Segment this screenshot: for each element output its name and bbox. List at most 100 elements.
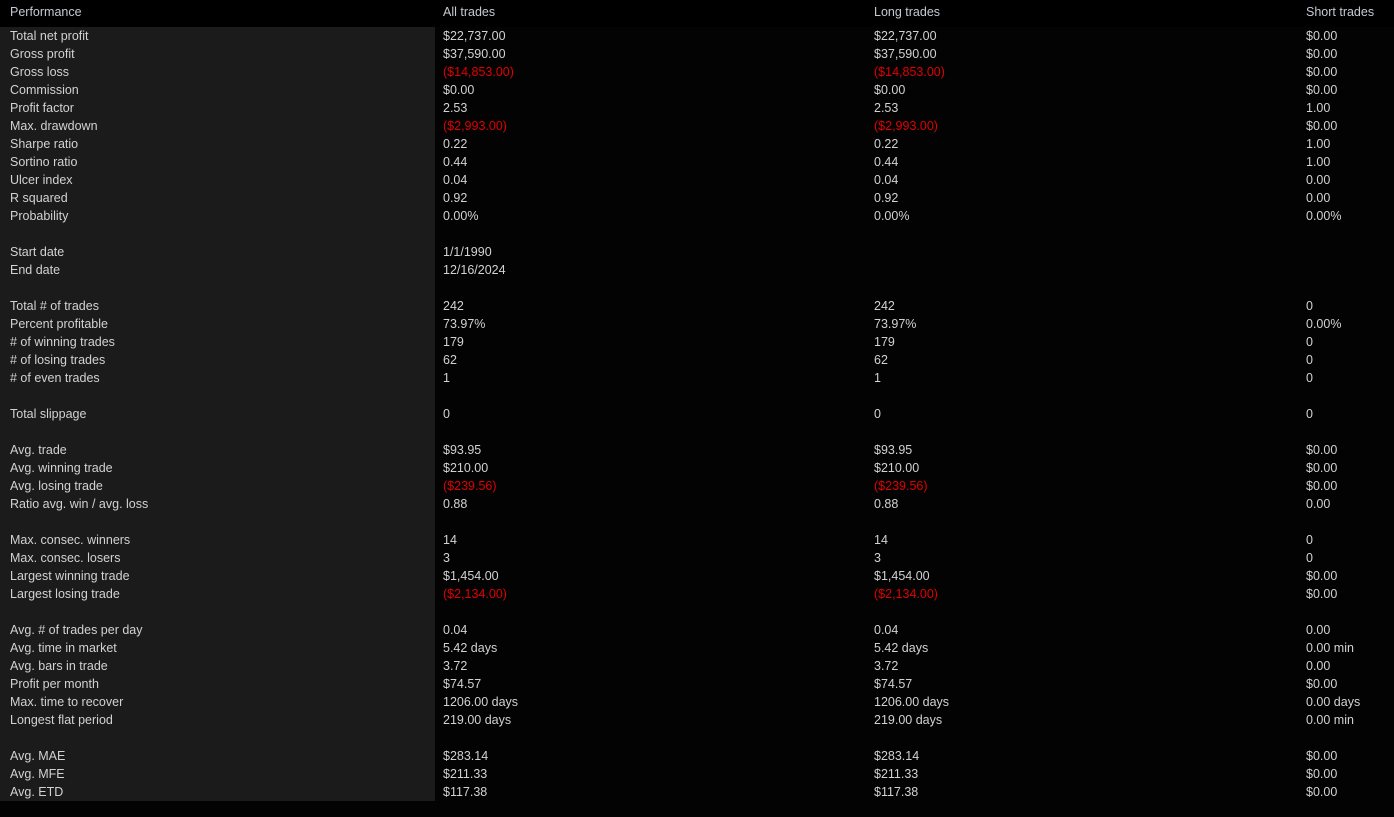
table-row[interactable]: Avg. # of trades per day 0.04 0.04 0.00	[0, 621, 1394, 639]
value-long-trades: $1,454.00	[874, 569, 930, 583]
column-header-all-trades[interactable]: All trades	[443, 5, 495, 20]
table-row[interactable]: Max. drawdown ($2,993.00) ($2,993.00) $0.00	[0, 117, 1394, 135]
table-row[interactable]: Total # of trades 242 242 0	[0, 297, 1394, 315]
value-short-trades: $0.00	[1306, 65, 1338, 79]
value-short-trades: 0.00	[1306, 173, 1331, 187]
value-all-trades: 0.00%	[443, 209, 479, 223]
value-long-trades: 0.44	[874, 155, 899, 169]
table-row[interactable]: # of losing trades 62 62 0	[0, 351, 1394, 369]
value-short-trades: 0	[1306, 299, 1313, 313]
value-long-trades: 0.22	[874, 137, 899, 151]
table-row[interactable]: Avg. ETD $117.38 $117.38 $0.00	[0, 783, 1394, 801]
metric-label: Ulcer index	[10, 173, 73, 187]
table-row[interactable]: Ulcer index 0.04 0.04 0.00	[0, 171, 1394, 189]
metric-label: R squared	[10, 191, 68, 205]
value-all-trades: 179	[443, 335, 464, 349]
table-row[interactable]: Profit per month $74.57 $74.57 $0.00	[0, 675, 1394, 693]
value-long-trades: $0.00	[874, 83, 906, 97]
value-short-trades: 0	[1306, 371, 1313, 385]
metric-label: Start date	[10, 245, 65, 259]
metric-label: Avg. losing trade	[10, 479, 103, 493]
table-row[interactable]: Largest winning trade $1,454.00 $1,454.00 $…	[0, 567, 1394, 585]
table-row[interactable]: # of winning trades 179 179 0	[0, 333, 1394, 351]
value-short-trades: 0.00	[1306, 659, 1331, 673]
table-row[interactable]: Avg. MFE $211.33 $211.33 $0.00	[0, 765, 1394, 783]
value-short-trades: 0.00%	[1306, 209, 1342, 223]
value-long-trades: 0.92	[874, 191, 899, 205]
value-all-trades: 3.72	[443, 659, 468, 673]
row-spacer	[0, 729, 1394, 747]
value-all-trades: $283.14	[443, 749, 489, 763]
metric-label: Gross profit	[10, 47, 75, 61]
table-row[interactable]: Avg. bars in trade 3.72 3.72 0.00	[0, 657, 1394, 675]
metric-label: Max. drawdown	[10, 119, 98, 133]
table-row[interactable]: End date 12/16/2024	[0, 261, 1394, 279]
table-row[interactable]: # of even trades 1 1 0	[0, 369, 1394, 387]
table-row[interactable]: Percent profitable 73.97% 73.97% 0.00%	[0, 315, 1394, 333]
table-row[interactable]: Total slippage 0 0 0	[0, 405, 1394, 423]
table-row[interactable]: Avg. MAE $283.14 $283.14 $0.00	[0, 747, 1394, 765]
table-row[interactable]: Sharpe ratio 0.22 0.22 1.00	[0, 135, 1394, 153]
value-all-trades: 219.00 days	[443, 713, 512, 727]
value-all-trades: 242	[443, 299, 464, 313]
table-row[interactable]: Gross profit $37,590.00 $37,590.00 $0.00	[0, 45, 1394, 63]
value-all-trades: 0.22	[443, 137, 468, 151]
value-short-trades: 1.00	[1306, 155, 1331, 169]
metric-label: Largest winning trade	[10, 569, 130, 583]
value-all-trades: 1/1/1990	[443, 245, 492, 259]
metric-label: # of losing trades	[10, 353, 106, 367]
column-header-short-trades[interactable]: Short trades	[1306, 5, 1374, 20]
value-long-trades: ($239.56)	[874, 479, 928, 493]
value-long-trades: ($2,134.00)	[874, 587, 938, 601]
metric-label: Avg. ETD	[10, 785, 64, 799]
table-row[interactable]: Max. time to recover 1206.00 days 1206.00 …	[0, 693, 1394, 711]
value-all-trades: 5.42 days	[443, 641, 498, 655]
table-row[interactable]: Commission $0.00 $0.00 $0.00	[0, 81, 1394, 99]
metric-label: Total slippage	[10, 407, 87, 421]
metric-label: Max. consec. losers	[10, 551, 121, 565]
table-row[interactable]: Probability 0.00% 0.00% 0.00%	[0, 207, 1394, 225]
value-all-trades: $117.38	[443, 785, 488, 799]
column-header-long-trades[interactable]: Long trades	[874, 5, 940, 20]
value-all-trades: ($2,993.00)	[443, 119, 507, 133]
table-row[interactable]: Avg. losing trade ($239.56) ($239.56) $0.00	[0, 477, 1394, 495]
table-row[interactable]: Sortino ratio 0.44 0.44 1.00	[0, 153, 1394, 171]
value-long-trades: 3	[874, 551, 881, 565]
table-row[interactable]: Avg. time in market 5.42 days 5.42 days 0.0…	[0, 639, 1394, 657]
value-long-trades: 1	[874, 371, 881, 385]
table-row[interactable]: Max. consec. winners 14 14 0	[0, 531, 1394, 549]
metric-label: Commission	[10, 83, 79, 97]
table-row[interactable]: Max. consec. losers 3 3 0	[0, 549, 1394, 567]
table-row[interactable]: Ratio avg. win / avg. loss 0.88 0.88 0.00	[0, 495, 1394, 513]
metric-label: Avg. bars in trade	[10, 659, 108, 673]
table-row[interactable]: Avg. trade $93.95 $93.95 $0.00	[0, 441, 1394, 459]
value-short-trades: 1.00	[1306, 137, 1331, 151]
row-spacer	[0, 387, 1394, 405]
value-all-trades: 0.04	[443, 173, 468, 187]
value-all-trades: ($239.56)	[443, 479, 497, 493]
row-spacer	[0, 603, 1394, 621]
table-row[interactable]: Longest flat period 219.00 days 219.00 day…	[0, 711, 1394, 729]
table-row[interactable]: Start date 1/1/1990	[0, 243, 1394, 261]
value-all-trades: $22,737.00	[443, 29, 506, 43]
table-row[interactable]: Avg. winning trade $210.00 $210.00 $0.00	[0, 459, 1394, 477]
value-short-trades: 0.00 days	[1306, 695, 1361, 709]
value-short-trades: $0.00	[1306, 119, 1338, 133]
value-short-trades: 0.00 min	[1306, 641, 1354, 655]
metric-label: Avg. time in market	[10, 641, 117, 655]
value-all-trades: $210.00	[443, 461, 489, 475]
value-long-trades: 242	[874, 299, 895, 313]
table-row[interactable]: Gross loss ($14,853.00) ($14,853.00) $0.00	[0, 63, 1394, 81]
value-short-trades: $0.00	[1306, 785, 1338, 799]
table-row[interactable]: Largest losing trade ($2,134.00) ($2,134.0…	[0, 585, 1394, 603]
column-header-performance[interactable]: Performance	[10, 5, 82, 20]
value-all-trades: $211.33	[443, 767, 488, 781]
table-row[interactable]: Profit factor 2.53 2.53 1.00	[0, 99, 1394, 117]
table-row[interactable]: R squared 0.92 0.92 0.00	[0, 189, 1394, 207]
value-long-trades: 179	[874, 335, 895, 349]
value-long-trades: 0.04	[874, 623, 899, 637]
metric-label: # of even trades	[10, 371, 100, 385]
table-row[interactable]: Total net profit $22,737.00 $22,737.00 $0.0…	[0, 27, 1394, 45]
value-all-trades: ($2,134.00)	[443, 587, 507, 601]
value-short-trades: 0.00	[1306, 497, 1331, 511]
